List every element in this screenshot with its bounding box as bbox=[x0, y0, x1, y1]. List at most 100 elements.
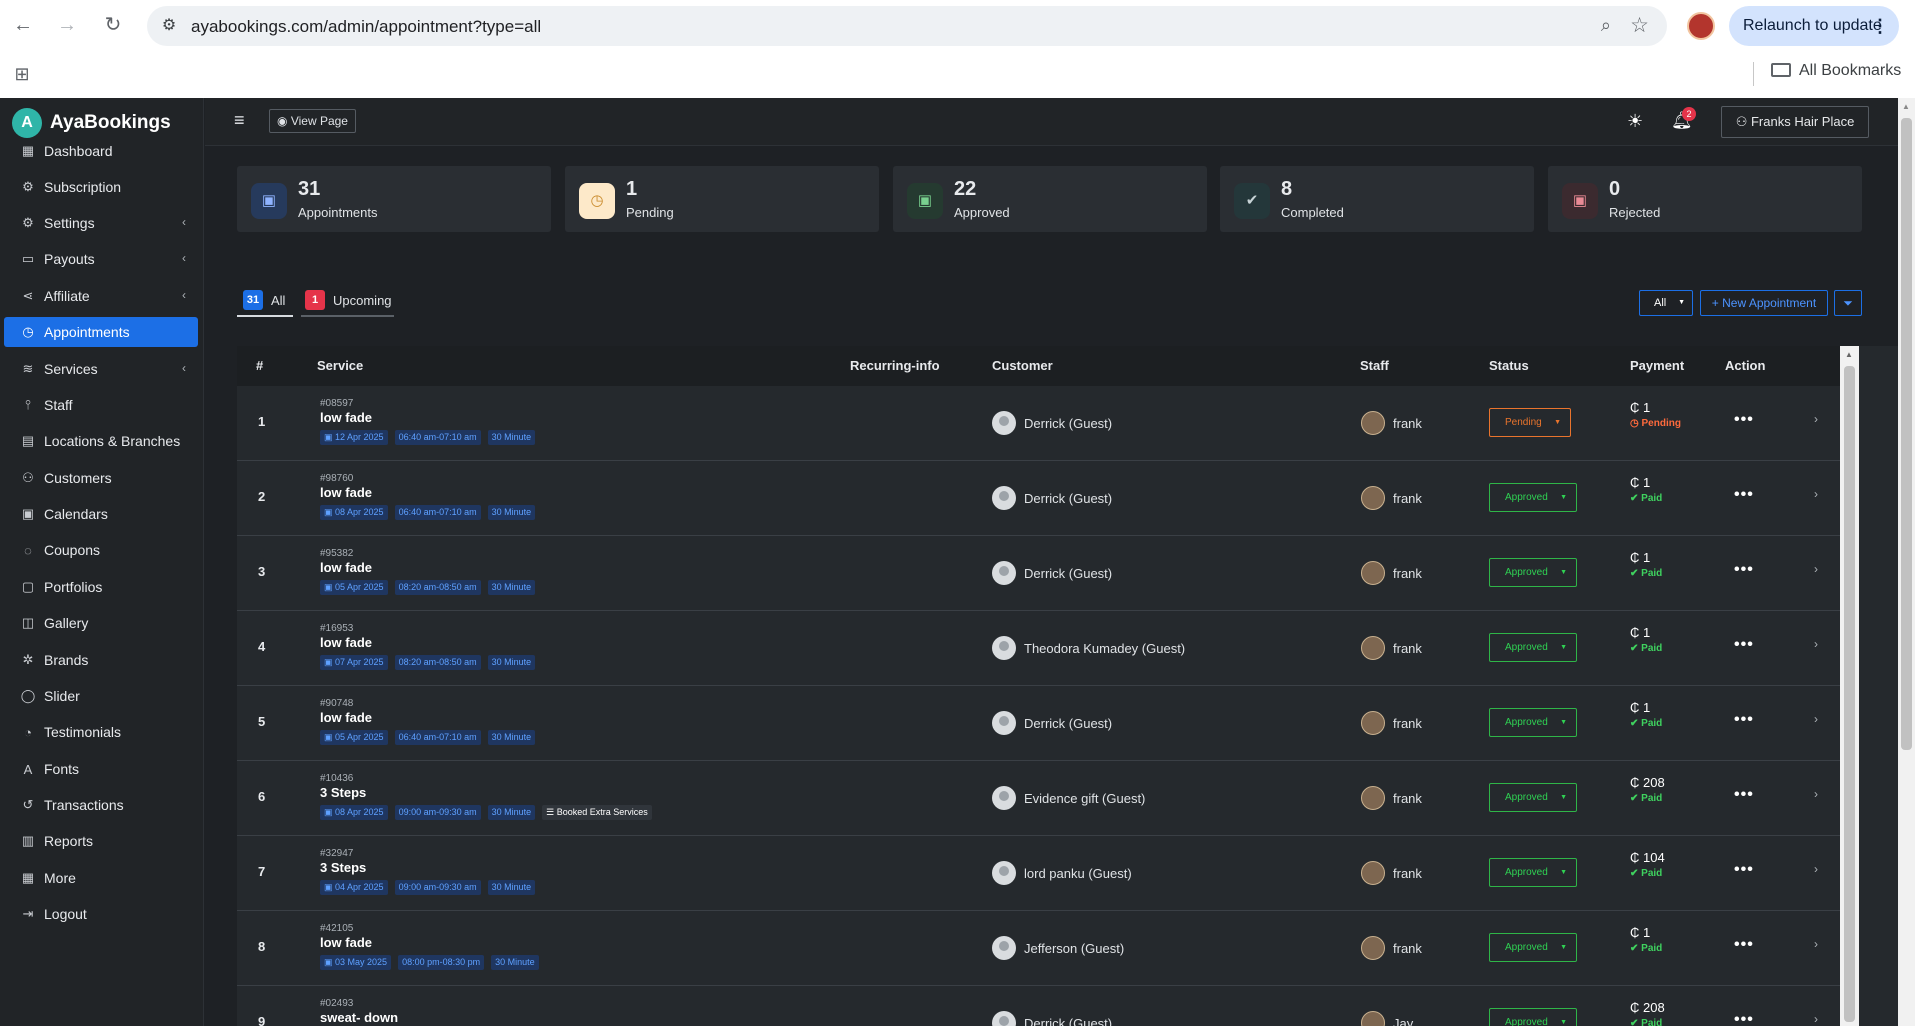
sidebar-item-reports[interactable]: ▥ Reports bbox=[4, 826, 198, 856]
sidebar-item-dashboard[interactable]: ▦ Dashboard bbox=[4, 136, 198, 166]
service-name[interactable]: 3 Steps bbox=[320, 860, 366, 875]
chevron-right-icon[interactable]: › bbox=[1814, 862, 1818, 876]
status-dropdown[interactable]: Approved ▼ bbox=[1489, 783, 1577, 812]
forward-arrow-icon[interactable]: → bbox=[54, 12, 80, 38]
customer-cell[interactable]: Jefferson (Guest) bbox=[992, 936, 1124, 960]
chevron-right-icon[interactable]: › bbox=[1814, 637, 1818, 651]
customer-cell[interactable]: Derrick (Guest) bbox=[992, 1011, 1112, 1026]
all-bookmarks-folder[interactable]: All Bookmarks bbox=[1771, 62, 1901, 80]
customer-cell[interactable]: Evidence gift (Guest) bbox=[992, 786, 1145, 810]
tab-upcoming[interactable]: 1 Upcoming bbox=[305, 283, 392, 317]
chevron-right-icon[interactable]: › bbox=[1814, 1012, 1818, 1026]
service-name[interactable]: low fade bbox=[320, 935, 372, 950]
service-name[interactable]: 3 Steps bbox=[320, 785, 366, 800]
sidebar-item-gallery[interactable]: ◫ Gallery bbox=[4, 608, 198, 638]
service-name[interactable]: low fade bbox=[320, 635, 372, 650]
table-row[interactable]: 7 #32947 3 Steps ▣ 04 Apr 2025 09:00 am-09:3… bbox=[237, 836, 1840, 911]
sidebar-item-locations[interactable]: ▤ Locations & Branches bbox=[4, 426, 198, 456]
service-name[interactable]: low fade bbox=[320, 560, 372, 575]
status-dropdown[interactable]: Approved ▼ bbox=[1489, 633, 1577, 662]
back-arrow-icon[interactable]: ← bbox=[10, 12, 36, 38]
status-dropdown[interactable]: Approved ▼ bbox=[1489, 708, 1577, 737]
sidebar-item-brands[interactable]: ✲ Brands bbox=[4, 645, 198, 675]
table-row[interactable]: 4 #16953 low fade ▣ 07 Apr 2025 08:20 am-08:… bbox=[237, 611, 1840, 686]
more-actions-icon[interactable]: ••• bbox=[1734, 486, 1754, 504]
chevron-right-icon[interactable]: › bbox=[1814, 562, 1818, 576]
sidebar-item-slider[interactable]: ◯ Slider bbox=[4, 681, 198, 711]
customer-cell[interactable]: Derrick (Guest) bbox=[992, 561, 1112, 585]
chevron-right-icon[interactable]: › bbox=[1814, 412, 1818, 426]
scroll-up-arrow-icon[interactable]: ▲ bbox=[1845, 350, 1853, 359]
sidebar-item-customers[interactable]: ⚇ Customers bbox=[4, 463, 198, 493]
filter-funnel-icon[interactable]: ⏷ bbox=[1834, 290, 1862, 316]
sidebar-item-transactions[interactable]: ↺ Transactions bbox=[4, 790, 198, 820]
customer-cell[interactable]: Derrick (Guest) bbox=[992, 486, 1112, 510]
status-dropdown[interactable]: Approved ▼ bbox=[1489, 933, 1577, 962]
more-actions-icon[interactable]: ••• bbox=[1734, 636, 1754, 654]
sidebar-item-payouts[interactable]: ▭ Payouts ‹ bbox=[4, 244, 198, 274]
view-page-button[interactable]: ◉ View Page bbox=[269, 109, 356, 133]
more-vert-icon[interactable]: ⋮ bbox=[1871, 6, 1889, 46]
sidebar-item-services[interactable]: ≋ Services ‹ bbox=[4, 354, 198, 384]
status-dropdown[interactable]: Pending ▼ bbox=[1489, 408, 1571, 437]
zoom-icon[interactable]: ⌕ bbox=[1601, 15, 1611, 36]
profile-avatar[interactable] bbox=[1687, 12, 1715, 40]
status-dropdown[interactable]: Approved ▼ bbox=[1489, 1008, 1577, 1026]
customer-cell[interactable]: Theodora Kumadey (Guest) bbox=[992, 636, 1185, 660]
chevron-right-icon[interactable]: › bbox=[1814, 487, 1818, 501]
sidebar-item-fonts[interactable]: A Fonts bbox=[4, 754, 198, 784]
sidebar-item-appointments[interactable]: ◷ Appointments bbox=[4, 317, 198, 347]
new-appointment-button[interactable]: + New Appointment bbox=[1700, 290, 1828, 316]
more-actions-icon[interactable]: ••• bbox=[1734, 861, 1754, 879]
status-dropdown[interactable]: Approved ▼ bbox=[1489, 483, 1577, 512]
table-row[interactable]: 6 #10436 3 Steps ▣ 08 Apr 2025 09:00 am-09:3… bbox=[237, 761, 1840, 836]
user-menu-button[interactable]: ⚇ Franks Hair Place bbox=[1721, 106, 1869, 138]
address-bar[interactable]: ⚙ ayabookings.com/admin/appointment?type… bbox=[147, 6, 1667, 46]
more-actions-icon[interactable]: ••• bbox=[1734, 786, 1754, 804]
sidebar-item-staff[interactable]: ⫯ Staff bbox=[4, 390, 198, 420]
table-row[interactable]: 5 #90748 low fade ▣ 05 Apr 2025 06:40 am-07:… bbox=[237, 686, 1840, 761]
hamburger-menu-icon[interactable]: ≡ bbox=[234, 110, 245, 131]
customer-cell[interactable]: lord panku (Guest) bbox=[992, 861, 1132, 885]
more-actions-icon[interactable]: ••• bbox=[1734, 561, 1754, 579]
chevron-right-icon[interactable]: › bbox=[1814, 787, 1818, 801]
chevron-right-icon[interactable]: › bbox=[1814, 937, 1818, 951]
page-scroll-thumb[interactable] bbox=[1901, 118, 1912, 750]
more-actions-icon[interactable]: ••• bbox=[1734, 711, 1754, 729]
site-settings-icon[interactable]: ⚙ bbox=[159, 16, 179, 36]
sidebar-item-affiliate[interactable]: ⋖ Affiliate ‹ bbox=[4, 281, 198, 311]
sidebar-item-logout[interactable]: ⇥ Logout bbox=[4, 899, 198, 929]
reload-icon[interactable]: ↻ bbox=[100, 12, 126, 38]
table-row[interactable]: 3 #95382 low fade ▣ 05 Apr 2025 08:20 am-08:… bbox=[237, 536, 1840, 611]
table-row[interactable]: 9 #02493 sweat- down Derrick (Guest) Jay Appr… bbox=[237, 986, 1840, 1026]
relaunch-button[interactable]: Relaunch to update ⋮ bbox=[1729, 6, 1899, 46]
status-dropdown[interactable]: Approved ▼ bbox=[1489, 858, 1577, 887]
sidebar-item-subscription[interactable]: ⚙ Subscription bbox=[4, 172, 198, 202]
scroll-up-arrow-icon[interactable]: ▲ bbox=[1902, 102, 1910, 111]
more-actions-icon[interactable]: ••• bbox=[1734, 1011, 1754, 1026]
more-actions-icon[interactable]: ••• bbox=[1734, 936, 1754, 954]
customer-cell[interactable]: Derrick (Guest) bbox=[992, 711, 1112, 735]
service-name[interactable]: low fade bbox=[320, 485, 372, 500]
table-row[interactable]: 1 #08597 low fade ▣ 12 Apr 2025 06:40 am-07:… bbox=[237, 386, 1840, 461]
table-row[interactable]: 8 #42105 low fade ▣ 03 May 2025 08:00 pm-08:… bbox=[237, 911, 1840, 986]
brand[interactable]: A AyaBookings bbox=[12, 108, 171, 138]
status-dropdown[interactable]: Approved ▼ bbox=[1489, 558, 1577, 587]
sidebar-item-testimonials[interactable]: ◔ Testimonials bbox=[4, 717, 198, 747]
bookmark-star-icon[interactable]: ☆ bbox=[1630, 13, 1649, 38]
page-scrollbar[interactable]: ▲ bbox=[1898, 98, 1915, 1026]
type-filter-select[interactable]: All ▼ bbox=[1639, 290, 1693, 316]
table-row[interactable]: 2 #98760 low fade ▣ 08 Apr 2025 06:40 am-07:… bbox=[237, 461, 1840, 536]
service-name[interactable]: low fade bbox=[320, 410, 372, 425]
customer-cell[interactable]: Derrick (Guest) bbox=[992, 411, 1112, 435]
url-text[interactable]: ayabookings.com/admin/appointment?type=a… bbox=[191, 17, 541, 37]
tab-all[interactable]: 31 All bbox=[243, 283, 285, 317]
sidebar-item-calendars[interactable]: ▣ Calendars bbox=[4, 499, 198, 529]
apps-grid-icon[interactable]: ⊞ bbox=[10, 62, 34, 86]
more-actions-icon[interactable]: ••• bbox=[1734, 411, 1754, 429]
sun-theme-icon[interactable]: ☀ bbox=[1627, 111, 1643, 132]
sidebar-item-more[interactable]: ▦ More bbox=[4, 863, 198, 893]
service-name[interactable]: low fade bbox=[320, 710, 372, 725]
table-scroll-thumb[interactable] bbox=[1844, 366, 1855, 1022]
table-scrollbar[interactable]: ▲ bbox=[1840, 346, 1859, 1026]
